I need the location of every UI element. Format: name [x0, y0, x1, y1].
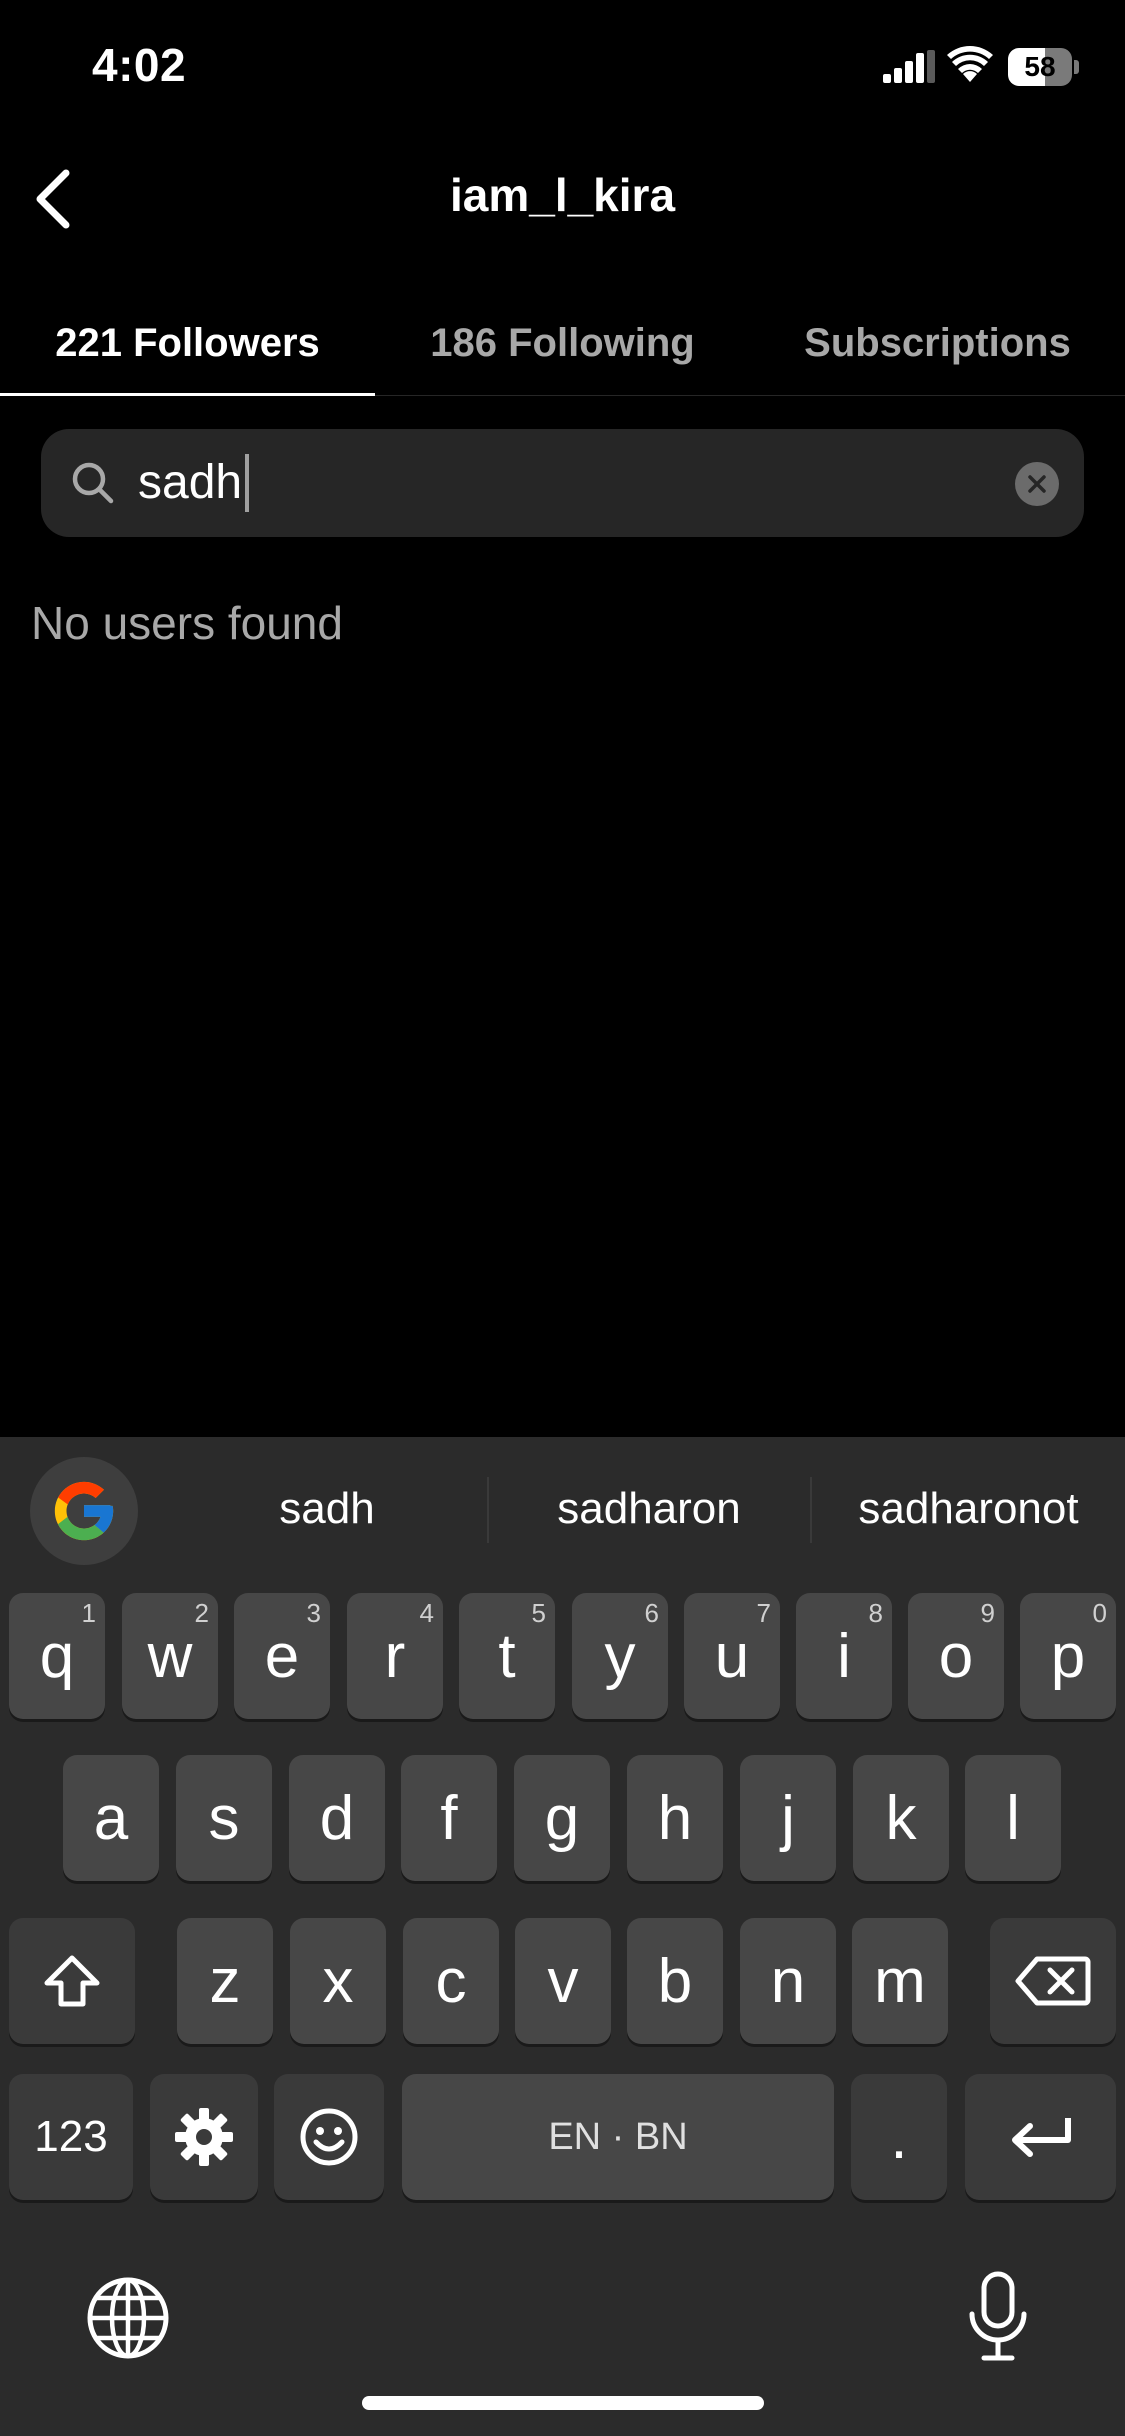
key-o[interactable]: o9 — [908, 1593, 1004, 1719]
key-n[interactable]: n — [740, 1918, 836, 2044]
smiley-icon — [300, 2108, 358, 2166]
suggestion-3[interactable]: sadharonot — [812, 1467, 1125, 1551]
search-input-value: sadh — [138, 456, 243, 509]
key-v[interactable]: v — [515, 1918, 611, 2044]
space-key[interactable]: EN · BN — [402, 2074, 834, 2200]
key-i[interactable]: i8 — [796, 1593, 892, 1719]
search-icon — [72, 462, 114, 504]
no-results-message: No users found — [31, 597, 343, 649]
key-l[interactable]: l — [965, 1755, 1061, 1881]
battery-level: 58 — [1024, 51, 1056, 82]
globe-button[interactable] — [78, 2268, 178, 2368]
text-caret — [245, 454, 250, 512]
key-x[interactable]: x — [290, 1918, 386, 2044]
gear-icon — [175, 2108, 233, 2166]
key-w[interactable]: w2 — [122, 1593, 218, 1719]
active-tab-indicator — [0, 393, 375, 396]
shift-key[interactable] — [9, 1918, 135, 2044]
key-y[interactable]: y6 — [572, 1593, 668, 1719]
home-indicator[interactable] — [362, 2396, 764, 2410]
return-key[interactable] — [965, 2074, 1116, 2200]
settings-key[interactable] — [150, 2074, 258, 2200]
status-time: 4:02 — [92, 39, 187, 91]
cellular-signal-icon — [883, 50, 935, 83]
suggestion-2[interactable]: sadharon — [490, 1467, 808, 1551]
shift-icon — [44, 1955, 100, 2007]
key-q[interactable]: q1 — [9, 1593, 105, 1719]
key-s[interactable]: s — [176, 1755, 272, 1881]
backspace-icon — [1015, 1956, 1091, 2006]
microphone-icon — [969, 2271, 1027, 2361]
key-r[interactable]: r4 — [347, 1593, 443, 1719]
clear-search-button[interactable] — [1015, 462, 1059, 506]
status-bar: 4:02 58 — [0, 0, 1125, 140]
key-z[interactable]: z — [177, 1918, 273, 2044]
key-m[interactable]: m — [852, 1918, 948, 2044]
battery-icon: 58 — [1008, 48, 1080, 86]
search-bar[interactable]: sadh — [41, 429, 1084, 537]
key-h[interactable]: h — [627, 1755, 723, 1881]
emoji-key[interactable] — [274, 2074, 384, 2200]
page-title: iam_l_kira — [449, 169, 676, 221]
google-logo-icon — [54, 1481, 114, 1541]
close-icon — [1028, 475, 1046, 493]
suggestion-1[interactable]: sadh — [170, 1467, 484, 1551]
suggestion-bar: sadh sadharon sadharonot — [0, 1437, 1125, 1583]
key-t[interactable]: t5 — [459, 1593, 555, 1719]
globe-icon — [87, 2277, 169, 2359]
key-g[interactable]: g — [514, 1755, 610, 1881]
numbers-key[interactable]: 123 — [9, 2074, 133, 2200]
key-p[interactable]: p0 — [1020, 1593, 1116, 1719]
tab-followers[interactable]: 221 Followers — [0, 290, 375, 396]
tab-bar: 221 Followers 186 Following Subscription… — [0, 290, 1125, 396]
key-j[interactable]: j — [740, 1755, 836, 1881]
key-f[interactable]: f — [401, 1755, 497, 1881]
google-button[interactable] — [30, 1457, 138, 1565]
return-icon — [1011, 2118, 1071, 2157]
key-d[interactable]: d — [289, 1755, 385, 1881]
key-c[interactable]: c — [403, 1918, 499, 2044]
period-key[interactable]: . — [851, 2074, 947, 2200]
search-input[interactable]: sadh — [138, 429, 250, 537]
backspace-key[interactable] — [990, 1918, 1116, 2044]
key-k[interactable]: k — [853, 1755, 949, 1881]
key-b[interactable]: b — [627, 1918, 723, 2044]
suggestion-divider — [487, 1477, 489, 1543]
tab-subscriptions[interactable]: Subscriptions — [750, 290, 1125, 396]
key-e[interactable]: e3 — [234, 1593, 330, 1719]
key-u[interactable]: u7 — [684, 1593, 780, 1719]
microphone-button[interactable] — [948, 2262, 1048, 2372]
tab-following[interactable]: 186 Following — [375, 290, 750, 396]
wifi-icon — [947, 46, 993, 82]
key-a[interactable]: a — [63, 1755, 159, 1881]
